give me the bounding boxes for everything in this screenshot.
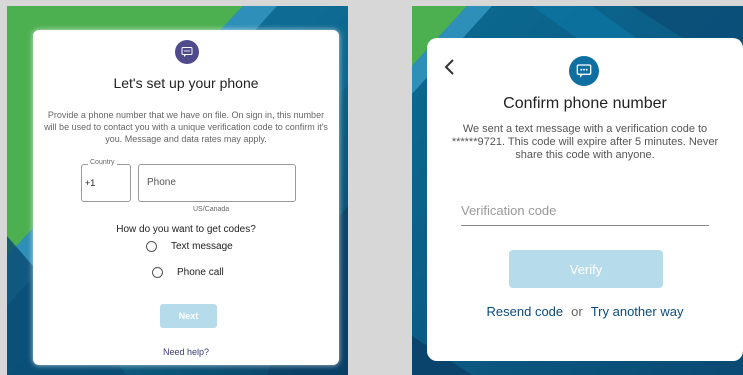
description-text: We sent a text message with a verificati… — [451, 123, 719, 161]
radio-phone-call[interactable] — [152, 267, 163, 278]
radio-text-message[interactable] — [146, 241, 157, 252]
need-help-link[interactable]: Need help? — [33, 347, 339, 357]
country-label: Country — [88, 159, 117, 166]
verification-code-input[interactable] — [461, 203, 709, 218]
verify-button[interactable]: Verify — [509, 250, 663, 288]
try-another-way-link[interactable]: Try another way — [591, 304, 684, 319]
or-separator: or — [571, 304, 583, 319]
option-text-message[interactable]: Text message — [146, 241, 233, 252]
page-title: Let's set up your phone — [113, 75, 259, 91]
confirm-phone-screen: Confirm phone number We sent a text mess… — [412, 6, 743, 375]
verification-code-field[interactable] — [461, 202, 709, 226]
next-button[interactable]: Next — [160, 304, 217, 328]
country-code-value: +1 — [85, 178, 96, 188]
code-method-question: How do you want to get codes? — [116, 224, 256, 235]
option-label: Phone call — [177, 267, 224, 278]
page-title: Confirm phone number — [503, 95, 667, 112]
phone-input[interactable] — [147, 177, 287, 188]
setup-card: Let's set up your phone Provide a phone … — [33, 30, 339, 365]
option-phone-call[interactable]: Phone call — [152, 267, 224, 278]
option-label: Text message — [171, 241, 233, 252]
country-selector[interactable]: Country +1 — [81, 159, 131, 202]
chat-message-icon — [569, 56, 599, 86]
chevron-left-icon[interactable] — [441, 56, 457, 78]
description-text: Provide a phone number that we have on f… — [44, 110, 328, 144]
chat-message-icon — [175, 40, 199, 64]
region-hint: US/Canada — [193, 206, 230, 213]
phone-field[interactable] — [138, 164, 296, 202]
resend-code-link[interactable]: Resend code — [487, 304, 564, 319]
confirm-card: Confirm phone number We sent a text mess… — [427, 38, 743, 361]
alternate-actions: Resend code or Try another way — [427, 304, 743, 319]
setup-phone-screen: Let's set up your phone Provide a phone … — [7, 6, 348, 375]
